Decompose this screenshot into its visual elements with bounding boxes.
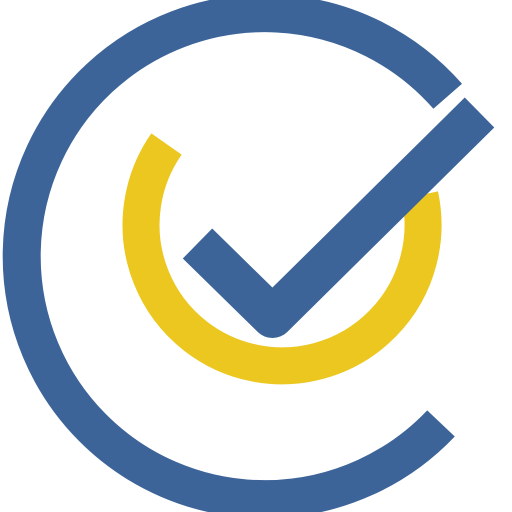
check-circle-logo-icon bbox=[2, 0, 495, 512]
logo-canvas bbox=[0, 0, 512, 512]
